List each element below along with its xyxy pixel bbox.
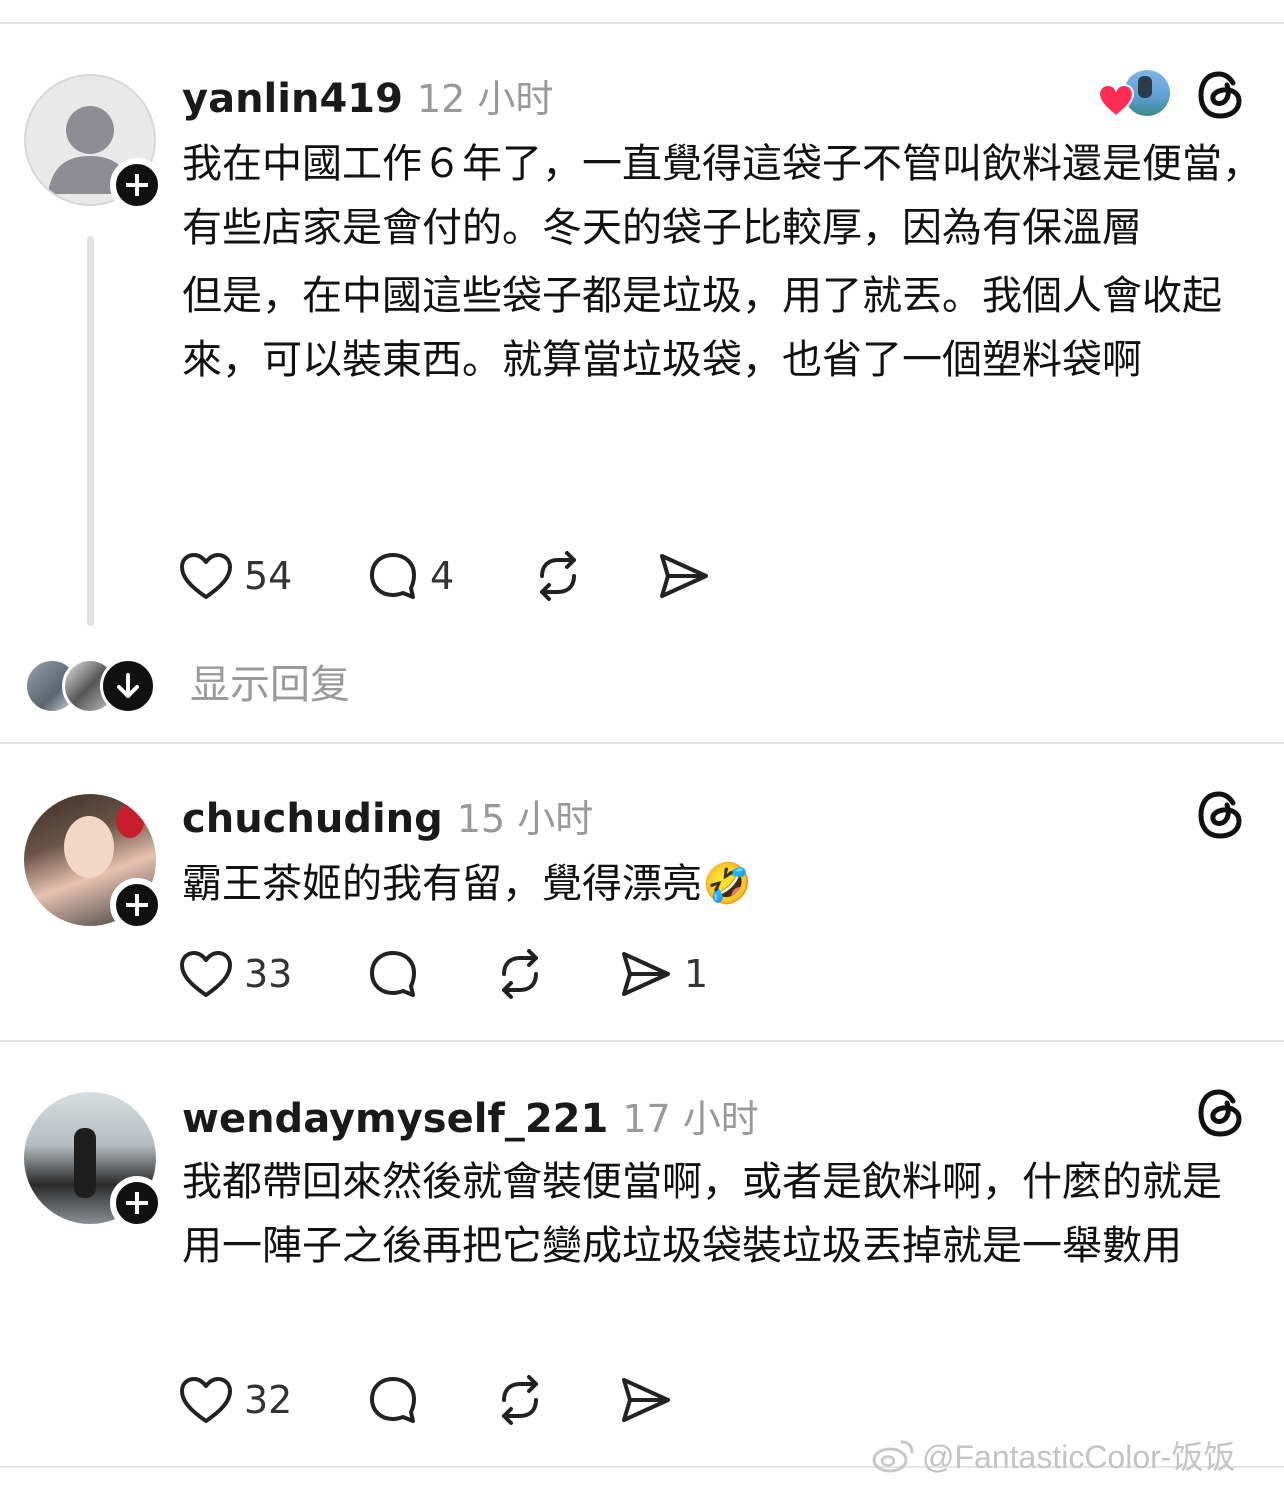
show-replies-row[interactable]: 显示回复 [24,658,524,714]
heart-icon [180,1377,232,1423]
post-body: 我在中國工作６年了，一直覺得這袋子不管叫飲料還是便當，有些店家是會付的。冬天的袋… [182,132,1262,392]
post-meta: yanlin419 12 小时 [182,68,553,122]
action-bar: 32 [178,1370,738,1430]
comment-button[interactable] [366,944,420,1004]
post-body: 我都帶回來然後就會裝便當啊，或者是飲料啊，什麼的就是用一陣子之後再把它變成垃圾袋… [182,1150,1222,1278]
plus-icon [126,174,148,196]
timestamp: 12 小时 [416,77,554,121]
comment-icon [370,553,416,599]
send-icon [622,952,670,996]
like-button[interactable]: 32 [178,1370,292,1430]
post-divider [0,1040,1284,1042]
liked-by-indicator[interactable] [1098,70,1172,122]
post-meta: chuchuding 15 小时 [182,788,593,842]
heart-filled-icon [1098,84,1134,118]
comment-button[interactable]: 4 [366,546,454,606]
arrow-down-icon [117,673,139,698]
follow-plus-button[interactable] [110,158,164,212]
post-paragraph: 但是，在中國這些袋子都是垃圾，用了就丟。我個人會收起來，可以裝東西。就算當垃圾袋… [182,273,1222,383]
timestamp: 17 小时 [622,1097,759,1141]
post-paragraph: 我都帶回來然後就會裝便當啊，或者是飲料啊，什麼的就是用一陣子之後再把它變成垃圾袋… [182,1159,1222,1269]
like-button[interactable]: 33 [178,944,292,1004]
post-paragraph: 我在中國工作６年了，一直覺得這袋子不管叫飲料還是便當，有些店家是會付的。冬天的袋… [182,141,1262,251]
show-replies-link[interactable]: 显示回复 [190,658,350,712]
post-meta: wendaymyself_221 17 小时 [182,1088,759,1142]
repost-icon [540,551,576,601]
follow-plus-button[interactable] [110,878,164,932]
heart-icon [180,553,232,599]
username[interactable]: chuchuding [182,796,443,842]
expand-replies-button[interactable] [100,658,156,714]
weibo-watermark: @FantasticColor-饭饭 [872,1430,1235,1480]
heart-icon [180,951,232,997]
watermark-text: @FantasticColor-饭饭 [922,1439,1236,1475]
send-icon [622,1378,670,1422]
post-paragraph: 霸王茶姬的我有留，覺得漂亮🤣 [182,861,752,907]
username[interactable]: wendaymyself_221 [182,1096,608,1142]
weibo-logo-icon [872,1440,914,1473]
send-icon [660,554,708,598]
threads-logo-icon[interactable] [1194,68,1248,122]
action-bar: 33 1 [178,944,738,1004]
thread-line [87,236,94,626]
like-count: 33 [244,952,293,996]
threads-logo-icon[interactable] [1194,788,1248,842]
username[interactable]: yanlin419 [182,76,403,122]
comment-button[interactable] [366,1370,420,1430]
share-button[interactable] [656,546,712,606]
repost-button[interactable] [492,944,548,1004]
comment-icon [370,951,416,997]
follow-plus-button[interactable] [110,1176,164,1230]
repost-icon [502,1375,538,1425]
repost-button[interactable] [530,546,586,606]
like-button[interactable]: 54 [178,546,292,606]
plus-icon [126,894,148,916]
share-button[interactable] [618,1370,674,1430]
comment-count: 4 [430,554,455,598]
repost-icon [502,949,538,999]
like-count: 54 [244,554,293,598]
timestamp: 15 小时 [456,797,594,841]
threads-logo-icon[interactable] [1194,1086,1248,1140]
top-divider [0,22,1284,24]
post-divider [0,742,1284,744]
post-body: 霸王茶姬的我有留，覺得漂亮🤣 [182,852,1262,916]
comment-icon [370,1377,416,1423]
share-count: 1 [684,952,709,996]
action-bar: 54 4 [178,546,738,606]
like-count: 32 [244,1378,293,1422]
repost-button[interactable] [492,1370,548,1430]
share-button[interactable]: 1 [618,944,708,1004]
plus-icon [126,1192,148,1214]
